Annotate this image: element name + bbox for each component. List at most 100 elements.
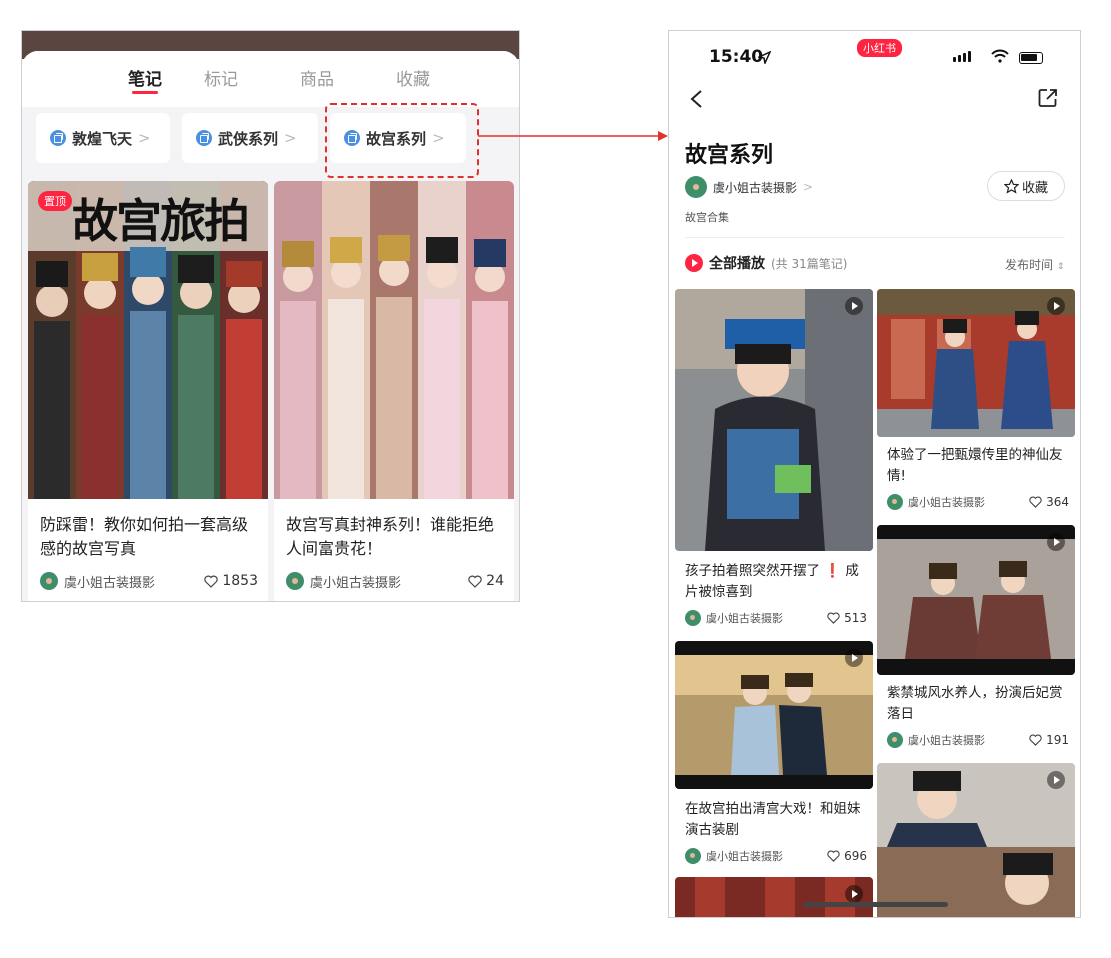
video-play-icon (845, 297, 863, 315)
note-title: 故宫写真封神系列！谁能拒绝人间富贵花！ (286, 515, 495, 558)
like-count: 191 (1046, 733, 1069, 747)
heart-icon (827, 612, 840, 624)
tab-notes[interactable]: 笔记 (128, 65, 162, 90)
chevron-right-icon: > (284, 129, 297, 147)
video-play-icon (845, 649, 863, 667)
note-cover-image: 置顶 故宫旅拍 (28, 181, 268, 499)
avatar[interactable] (887, 494, 903, 510)
heart-icon (204, 575, 219, 588)
note-title-text: 孩子拍着照突然开摆了 (685, 563, 820, 579)
status-bar: 15:40 小红书 (669, 31, 1080, 83)
note-title: 在故宫拍出清宫大戏！和姐妹演古装剧 (685, 801, 861, 838)
heart-icon (1029, 734, 1042, 746)
like-button[interactable]: 364 (1029, 495, 1069, 509)
note-cover-image (274, 181, 514, 499)
author-name[interactable]: 虞小姐古装摄影 (64, 572, 155, 591)
heart-icon (468, 575, 482, 588)
wifi-icon (991, 49, 1009, 63)
avatar[interactable] (40, 572, 58, 590)
creator-name: 虞小姐古装摄影 (713, 180, 798, 195)
note-cover-image (675, 641, 873, 789)
chevron-right-icon: > (138, 129, 151, 147)
home-indicator (803, 902, 948, 907)
author-name[interactable]: 虞小姐古装摄影 (706, 848, 783, 864)
author-name[interactable]: 虞小姐古装摄影 (908, 732, 985, 748)
favorite-button[interactable]: 收藏 (987, 171, 1065, 201)
collection-description: 故宫合集 (685, 211, 729, 224)
collection-chip-label: 敦煌飞天 (72, 129, 133, 148)
avatar[interactable] (685, 610, 701, 626)
video-play-icon (845, 885, 863, 903)
tab-tags[interactable]: 标记 (204, 65, 238, 90)
note-title: 防踩雷！教你如何拍一套高级感的故宫写真 (40, 515, 249, 558)
play-all-button[interactable]: 全部播放 (共 31篇笔记) (685, 253, 847, 273)
video-play-icon (1047, 297, 1065, 315)
play-icon (685, 254, 703, 272)
author-name[interactable]: 虞小姐古装摄影 (310, 572, 401, 591)
note-meta: 虞小姐古装摄影 24 (286, 571, 504, 591)
like-button[interactable]: 513 (827, 611, 867, 625)
note-card[interactable]: 孩子拍着照突然开摆了 ❗ 成片被惊喜到 虞小姐古装摄影 513 (675, 289, 873, 631)
tab-products[interactable]: 商品 (300, 65, 334, 90)
note-card[interactable] (675, 877, 873, 917)
note-title: 紫禁城风水养人，扮演后妃赏落日 (887, 685, 1063, 722)
chevron-right-icon: > (803, 180, 814, 194)
collection-chip-label: 武侠系列 (218, 129, 279, 148)
note-meta: 虞小姐古装摄影 513 (685, 609, 867, 627)
like-count: 364 (1046, 495, 1069, 509)
battery-icon (1019, 52, 1043, 64)
connector-arrow-icon (478, 130, 668, 141)
like-button[interactable]: 696 (827, 849, 867, 863)
like-button[interactable]: 1853 (204, 573, 258, 589)
note-card[interactable]: 紫禁城风水养人，扮演后妃赏落日 虞小姐古装摄影 191 (877, 525, 1075, 753)
tab-favorites[interactable]: 收藏 (396, 65, 430, 90)
note-card[interactable]: 在故宫拍出清宫大戏！和姐妹演古装剧 虞小姐古装摄影 696 (675, 641, 873, 869)
exclamation-emoji: ❗ (824, 563, 842, 579)
collection-detail-screen: 15:40 小红书 故宫系列 虞小姐古装摄影 > 收藏 故宫合集 全部播放 (共… (668, 30, 1081, 918)
note-cover-image (877, 289, 1075, 437)
note-meta: 虞小姐古装摄影 191 (887, 731, 1069, 749)
profile-tabs: 笔记 标记 商品 收藏 (22, 51, 519, 107)
share-icon[interactable] (1037, 87, 1059, 109)
heart-icon (1029, 496, 1042, 508)
sort-button[interactable]: 发布时间 ⇕ (1005, 256, 1064, 273)
note-card[interactable]: 故宫写真封神系列！谁能拒绝人间富贵花！ 虞小姐古装摄影 24 (274, 181, 514, 601)
note-meta: 虞小姐古装摄影 364 (887, 493, 1069, 511)
creator-link[interactable]: 虞小姐古装摄影 > (685, 175, 813, 199)
note-card[interactable]: 置顶 故宫旅拍 防踩雷！教你如何拍一套高级感的故宫写真 虞小姐古装摄影 1853 (28, 181, 268, 601)
video-play-icon (1047, 771, 1065, 789)
collection-icon (50, 130, 66, 146)
collection-icon (196, 130, 212, 146)
like-button[interactable]: 24 (468, 573, 504, 589)
like-count: 696 (844, 849, 867, 863)
sort-arrows-icon: ⇕ (1056, 262, 1065, 272)
avatar[interactable] (286, 572, 304, 590)
back-arrow-icon[interactable] (685, 85, 709, 113)
note-cover-image (877, 525, 1075, 675)
avatar[interactable] (887, 732, 903, 748)
note-card[interactable]: 体验了一把甄嬛传里的神仙友情! 虞小姐古装摄影 364 (877, 289, 1075, 515)
location-arrow-icon (758, 51, 771, 64)
sort-label: 发布时间 (1005, 258, 1054, 272)
highlight-box (325, 103, 479, 178)
star-icon (1003, 178, 1019, 194)
note-cover-image (877, 763, 1075, 917)
active-tab-indicator (132, 91, 158, 94)
like-button[interactable]: 191 (1029, 733, 1069, 747)
author-name[interactable]: 虞小姐古装摄影 (908, 494, 985, 510)
avatar[interactable] (685, 848, 701, 864)
heart-icon (827, 850, 840, 862)
collection-chip-dunhuang[interactable]: 敦煌飞天 > (36, 113, 170, 163)
divider (685, 237, 1065, 238)
like-count: 24 (486, 573, 504, 589)
cover-title-text: 故宫旅拍 (72, 194, 250, 248)
play-all-label: 全部播放 (709, 256, 765, 272)
collection-chip-wuxia[interactable]: 武侠系列 > (182, 113, 318, 163)
author-name[interactable]: 虞小姐古装摄影 (706, 610, 783, 626)
favorite-label: 收藏 (1021, 180, 1048, 196)
status-time: 15:40 (709, 47, 764, 67)
page-title: 故宫系列 (685, 143, 774, 168)
note-card[interactable] (877, 763, 1075, 917)
video-play-icon (1047, 533, 1065, 551)
note-cover-image (675, 877, 873, 917)
